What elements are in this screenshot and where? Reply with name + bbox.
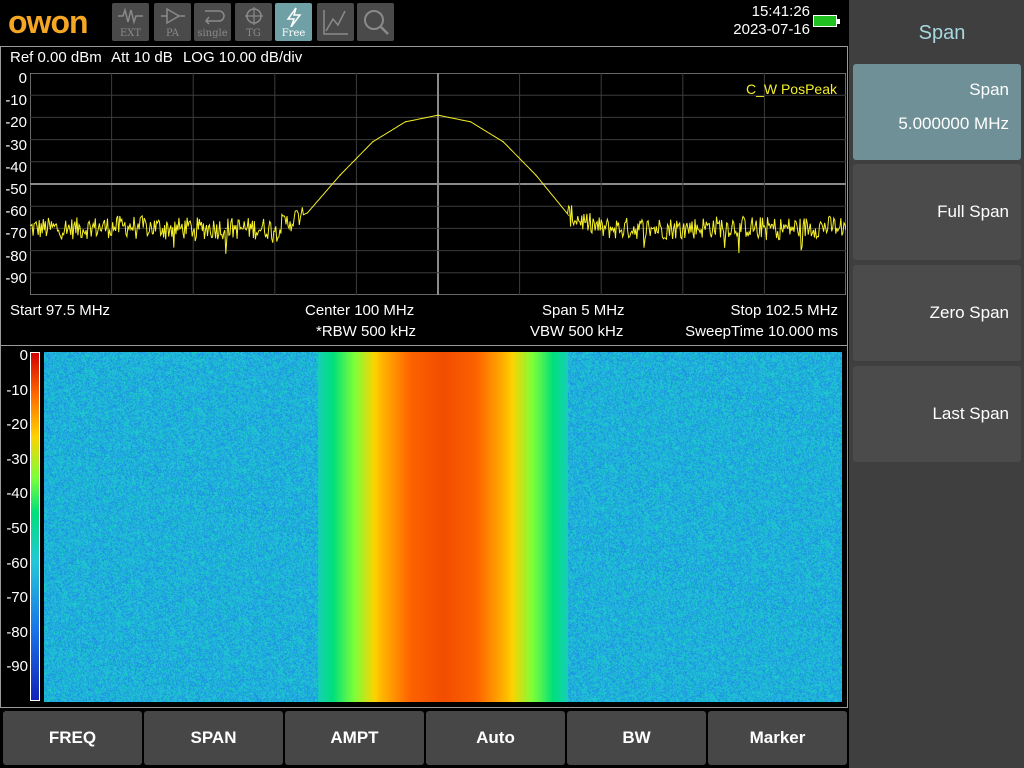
waterfall-scale-label: 0	[19, 347, 28, 364]
stop-frequency: Stop 102.5 MHz	[730, 302, 838, 319]
span-value: Span 5 MHz	[542, 302, 625, 319]
trace-point	[731, 225, 733, 227]
softkey-zero-span[interactable]: Zero Span	[853, 265, 1021, 361]
ext-button[interactable]: EXT	[112, 3, 149, 41]
waterfall-scale-label: -40	[6, 485, 28, 503]
menu-span-button[interactable]: SPAN	[144, 711, 283, 765]
menu-marker-button[interactable]: Marker	[708, 711, 847, 765]
softkey-label: Span	[969, 80, 1009, 99]
lightning-icon	[275, 7, 312, 27]
ref-level: Ref 0.00 dBm	[10, 49, 102, 66]
softkey-value: 5.000000 MHz	[898, 114, 1009, 133]
single-button[interactable]: single	[194, 3, 231, 41]
trace-point	[127, 225, 129, 227]
trace-point	[404, 121, 406, 123]
waterfall-scale-label: -60	[6, 554, 28, 572]
softkey-span[interactable]: Span 5.000000 MHz	[853, 64, 1021, 160]
trace-point	[780, 227, 782, 229]
center-frequency: Center 100 MHz	[305, 302, 415, 319]
trace-point	[567, 214, 570, 216]
status-date: 2023-07-16	[733, 21, 810, 38]
vbw-value: VBW 500 kHz	[530, 323, 624, 340]
y-tick-label: -70	[5, 225, 27, 243]
brand-logo: owon	[8, 4, 89, 40]
battery-charging-icon	[813, 15, 840, 27]
menu-freq-button[interactable]: FREQ	[3, 711, 142, 765]
toolbar-label: TG	[246, 28, 261, 39]
y-tick-label: -30	[5, 136, 27, 154]
single-sweep-icon	[194, 7, 231, 25]
pa-button[interactable]: PA	[154, 3, 191, 41]
status-time: 15:41:26	[751, 3, 810, 20]
trace-point	[470, 121, 472, 123]
y-tick-label: -60	[5, 203, 27, 221]
sweep-time: SweepTime 10.000 ms	[685, 323, 838, 340]
y-tick-label: -90	[5, 269, 27, 287]
y-tick-label: -50	[5, 181, 27, 198]
waterfall-color-bar	[30, 352, 40, 701]
waterfall-scale-label: -50	[6, 520, 28, 537]
menu-auto-button[interactable]: Auto	[426, 711, 565, 765]
trace-point	[633, 227, 635, 229]
peak-button[interactable]	[317, 3, 354, 41]
tg-button[interactable]: TG	[235, 3, 272, 41]
waterfall-display[interactable]	[44, 352, 842, 702]
trace-point	[339, 174, 341, 176]
softkey-label: Last Span	[932, 404, 1009, 423]
y-tick-label: -10	[5, 92, 27, 110]
trace-point	[78, 227, 80, 229]
trace-point	[600, 227, 602, 229]
waterfall-scale-label: -80	[6, 623, 28, 641]
toolbar-label: EXT	[119, 28, 142, 39]
softkey-label: Zero Span	[929, 303, 1009, 322]
y-tick-label: -20	[5, 114, 27, 132]
spectrum-plot[interactable]	[30, 73, 846, 295]
divider	[0, 345, 848, 346]
waterfall-scale-label: -70	[6, 589, 28, 607]
toolbar-label: single	[197, 28, 228, 39]
waterfall-scale-label: -90	[6, 658, 28, 676]
trace-label: C_W PosPeak	[745, 81, 837, 97]
amplifier-icon	[154, 7, 191, 25]
toolbar-label: PA	[165, 28, 180, 39]
info-line: Ref 0.00 dBm Att 10 dB LOG 10.00 dB/div	[10, 49, 308, 67]
trace-point	[225, 227, 227, 229]
softkey-full-span[interactable]: Full Span	[853, 164, 1021, 260]
start-frequency: Start 97.5 MHz	[10, 302, 111, 319]
y-tick-label: -40	[5, 158, 27, 176]
softkey-title: Span	[918, 22, 966, 44]
pulse-icon	[112, 7, 149, 25]
tracking-generator-icon	[235, 7, 272, 25]
peak-search-icon	[317, 7, 354, 37]
waterfall-scale-label: -20	[6, 416, 28, 434]
toolbar-label: Free	[281, 28, 306, 39]
trace-point	[306, 212, 309, 214]
trace-point	[437, 114, 439, 116]
softkey-last-span[interactable]: Last Span	[853, 366, 1021, 462]
menu-bw-button[interactable]: BW	[567, 711, 706, 765]
trace-point	[682, 227, 684, 229]
y-tick-label: -80	[5, 247, 27, 265]
trace-point	[372, 141, 374, 143]
rbw-value: *RBW 500 kHz	[316, 323, 417, 340]
trace-point	[535, 174, 537, 176]
waterfall-scale-label: -10	[6, 381, 28, 399]
trace-point	[176, 227, 178, 229]
attenuation: Att 10 dB	[111, 49, 173, 66]
trace-point	[274, 227, 276, 229]
softkey-label: Full Span	[937, 202, 1009, 221]
zoom-button[interactable]	[357, 3, 394, 41]
trace-point	[502, 141, 504, 143]
menu-ampt-button[interactable]: AMPT	[285, 711, 424, 765]
scale: LOG 10.00 dB/div	[182, 49, 303, 66]
status-clock: 15:41:26 2023-07-16	[700, 3, 810, 39]
magnifier-icon	[357, 7, 394, 37]
y-tick-label: 0	[18, 70, 27, 87]
waterfall-scale-label: -30	[6, 450, 28, 468]
free-button[interactable]: Free	[275, 3, 312, 41]
